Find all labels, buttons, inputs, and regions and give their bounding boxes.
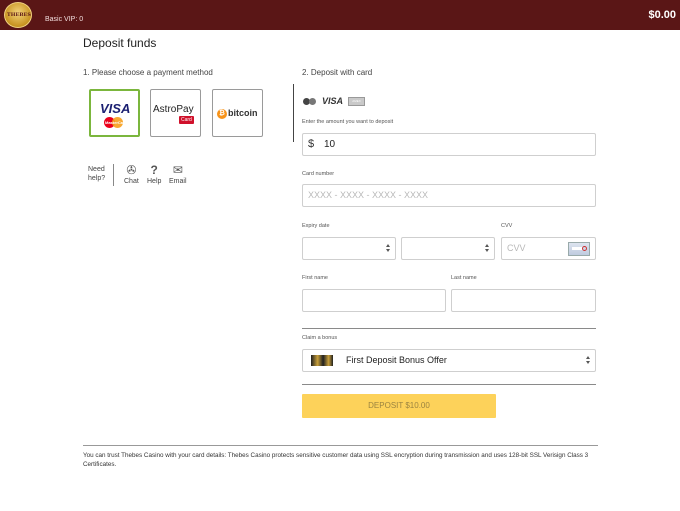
first-name-label: First name [302,275,328,281]
amount-label: Enter the amount you want to deposit [302,119,394,125]
help-separator [113,164,114,186]
select-arrows-icon [586,356,591,366]
first-name-input[interactable] [302,289,446,312]
bonus-top-divider [302,328,596,329]
astropay-logo: AstroPay [153,104,194,115]
bonus-value: First Deposit Bonus Offer [346,355,447,365]
casino-logo[interactable]: THEBES [4,2,32,28]
card-number-label: Card number [302,171,335,177]
expiry-month-select[interactable] [302,237,396,260]
need-help-label: Need help? [88,166,106,182]
top-bar: THEBES Basic VIP: 0 $0.00 [0,0,680,30]
help-label: Help [147,178,162,185]
cvv-placeholder: CVV [507,243,526,253]
currency-symbol: $ [308,138,315,150]
bitcoin-icon: ₿ [217,109,227,119]
step2-heading: 2. Deposit with card [302,68,373,77]
amount-input[interactable]: $ 10 [302,133,596,156]
footer-divider [83,445,598,446]
email-button[interactable]: ✉ Email [169,163,187,185]
cvv-card-icon [568,242,590,256]
bonus-select[interactable]: First Deposit Bonus Offer [302,349,596,372]
card-number-input[interactable]: XXXX - XXXX - XXXX - XXXX [302,184,596,207]
bonus-label: Claim a bonus [302,335,338,341]
chat-button[interactable]: ✇ Chat [124,163,139,185]
account-balance[interactable]: $0.00 [648,9,676,21]
last-name-label: Last name [451,275,477,281]
envelope-icon: ✉ [172,163,183,177]
payment-method-astropay[interactable]: AstroPay Card [150,89,201,137]
payment-method-bitcoin[interactable]: ₿ bitcoin [212,89,263,137]
security-notice: You can trust Thebes Casino with your ca… [83,452,589,468]
bonus-thumbnail-icon [311,355,333,366]
mastercard-small-icon [303,98,318,105]
amount-value: 10 [324,139,336,150]
cvv-input[interactable]: CVV [501,237,596,260]
question-icon: ? [150,163,158,177]
select-arrows-icon [485,244,490,254]
visa-small-logo: VISA [322,96,344,106]
cvv-label: CVV [501,223,513,229]
logo-text: THEBES [7,12,31,18]
chat-icon: ✇ [126,163,137,177]
expiry-label: Expiry date [302,223,330,229]
bitcoin-logo: bitcoin [228,108,258,118]
expiry-year-select[interactable] [401,237,495,260]
bonus-bottom-divider [302,384,596,385]
deposit-button[interactable]: DEPOSIT $10.00 [302,394,496,418]
mastercard-icon: MasterCard [104,117,127,128]
step1-heading: 1. Please choose a payment method [83,68,213,77]
payment-method-visa[interactable]: VISA MasterCard [89,89,140,137]
visa-logo: VISA [100,101,131,116]
chat-label: Chat [124,178,139,185]
vip-status: Basic VIP: 0 [45,16,84,23]
page-title: Deposit funds [83,36,157,50]
email-label: Email [169,178,187,185]
section-divider [293,84,294,142]
amex-icon: AMEX [348,97,365,106]
select-arrows-icon [386,244,391,254]
astropay-card-badge: Card [179,116,194,124]
last-name-input[interactable] [451,289,596,312]
help-button[interactable]: ? Help [147,163,161,185]
